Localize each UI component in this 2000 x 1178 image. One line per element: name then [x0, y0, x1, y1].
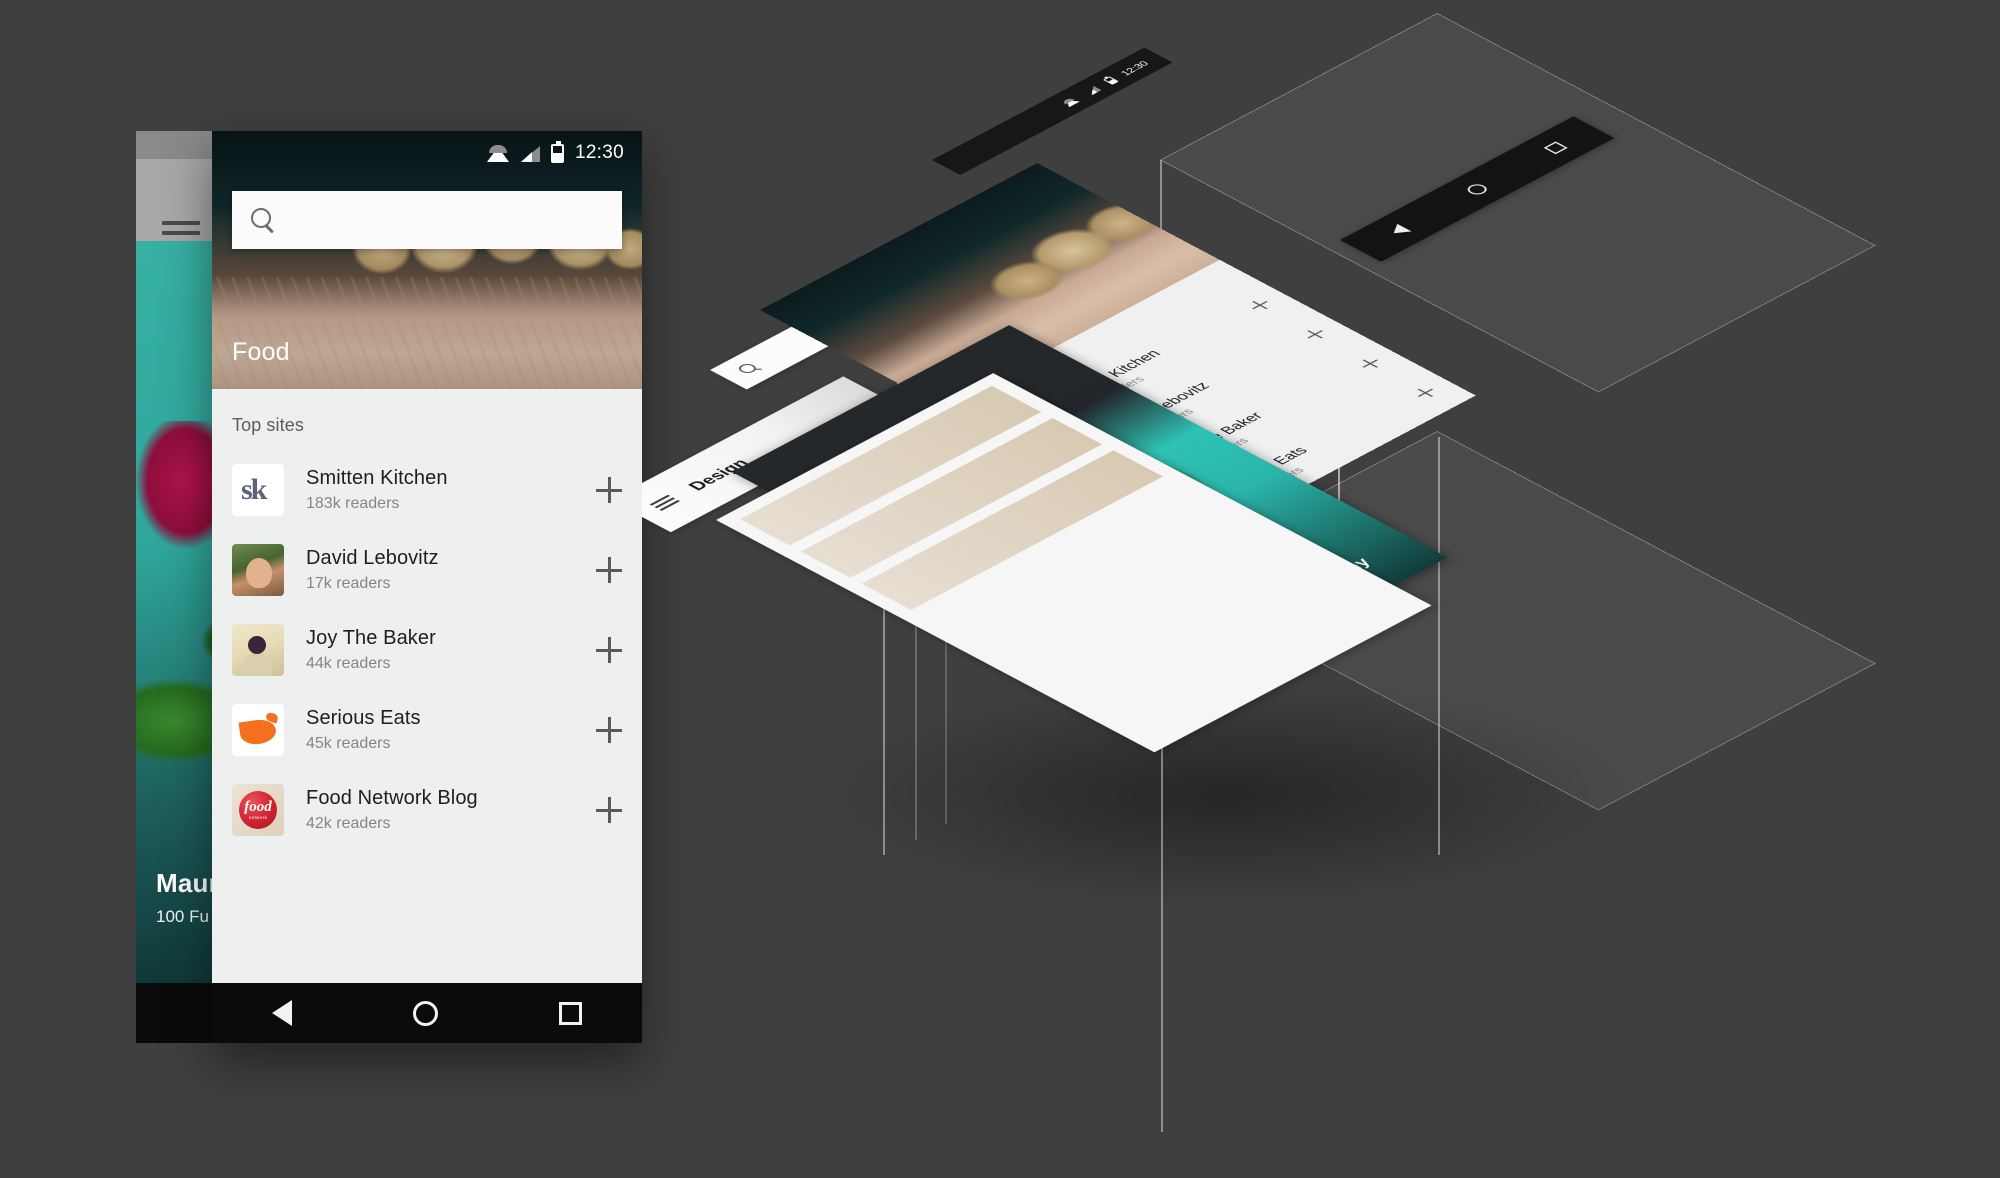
status-bar-clock: 12:30 — [1117, 59, 1151, 77]
site-meta: Smitten Kitchen 183k readers — [284, 467, 596, 513]
site-readers: 183k readers — [306, 495, 400, 512]
site-meta: David Lebovitz 17k readers — [284, 547, 596, 593]
content-sheet: Top sites sk Smitten Kitchen 183k reader… — [212, 389, 642, 983]
background-caption-title: Maur — [156, 868, 219, 898]
wifi-icon — [486, 144, 509, 162]
site-meta: Serious Eats 45k readers — [284, 707, 596, 753]
phone-mockup: Maur 100 Fu Food 12:30 Top sites sk Smit… — [0, 0, 820, 1178]
table-row[interactable]: Serious Eats 45k readers — [212, 690, 642, 770]
food-network-logo: foodnetwork — [232, 784, 284, 836]
background-caption-subtitle: 100 Fu — [156, 907, 209, 926]
recents-icon[interactable] — [558, 1001, 582, 1025]
page-title: Food — [232, 338, 290, 366]
site-name: Joy The Baker — [306, 627, 436, 649]
background-caption: Maur 100 Fu — [156, 868, 219, 927]
search-bar[interactable] — [232, 191, 622, 249]
add-icon[interactable] — [596, 477, 622, 503]
add-icon[interactable] — [596, 797, 622, 823]
recents-icon[interactable] — [1542, 141, 1567, 155]
battery-icon — [550, 140, 564, 163]
table-row[interactable]: sk Smitten Kitchen 183k readers — [212, 450, 642, 530]
site-readers: 17k readers — [306, 575, 391, 592]
status-bar-layer: 12:30 — [932, 47, 1173, 175]
site-readers: 45k readers — [306, 735, 391, 752]
system-nav-bar — [212, 983, 642, 1043]
site-name: Food Network Blog — [306, 787, 478, 809]
site-name: Serious Eats — [306, 707, 421, 729]
site-name: David Lebovitz — [306, 547, 439, 569]
back-icon[interactable] — [1386, 224, 1412, 238]
site-readers: 42k readers — [306, 815, 391, 832]
status-bar: 12:30 — [212, 131, 642, 175]
table-row[interactable]: Joy The Baker 44k readers — [212, 610, 642, 690]
signal-icon — [1083, 85, 1101, 95]
glass-box-edge — [1438, 437, 1440, 855]
section-label-top-sites: Top sites — [232, 415, 304, 435]
add-icon[interactable] — [596, 717, 622, 743]
add-icon[interactable] — [596, 557, 622, 583]
signal-icon — [520, 145, 540, 162]
home-icon[interactable] — [1463, 182, 1490, 197]
search-icon — [250, 207, 276, 233]
hamburger-menu-icon[interactable] — [649, 494, 681, 511]
smitten-kitchen-logo: sk — [232, 464, 284, 516]
battery-icon — [1102, 76, 1119, 85]
status-bar-clock: 12:30 — [574, 142, 624, 163]
site-meta: Food Network Blog 42k readers — [284, 787, 596, 833]
site-meta: Joy The Baker 44k readers — [284, 627, 596, 673]
site-name: Smitten Kitchen — [306, 467, 448, 489]
search-input[interactable] — [276, 191, 622, 249]
joy-the-baker-avatar — [232, 624, 284, 676]
table-row[interactable]: foodnetwork Food Network Blog 42k reader… — [212, 770, 642, 850]
wifi-icon — [1061, 97, 1080, 107]
search-icon — [735, 361, 763, 376]
serious-eats-logo — [232, 704, 284, 756]
phone-screen: Food 12:30 Top sites sk Smitten Kitchen … — [212, 131, 642, 1043]
home-icon[interactable] — [412, 1000, 438, 1026]
add-icon[interactable] — [1466, 415, 1475, 430]
david-lebovitz-avatar — [232, 544, 284, 596]
back-icon[interactable] — [272, 1000, 293, 1026]
table-row[interactable]: David Lebovitz 17k readers — [212, 530, 642, 610]
glass-box-edge — [1161, 714, 1163, 1132]
add-icon[interactable] — [596, 637, 622, 663]
site-readers: 44k readers — [306, 655, 391, 672]
isometric-exploded-diagram: 12:30 Design Food Top sites sk Smitten K… — [610, 13, 1876, 1132]
